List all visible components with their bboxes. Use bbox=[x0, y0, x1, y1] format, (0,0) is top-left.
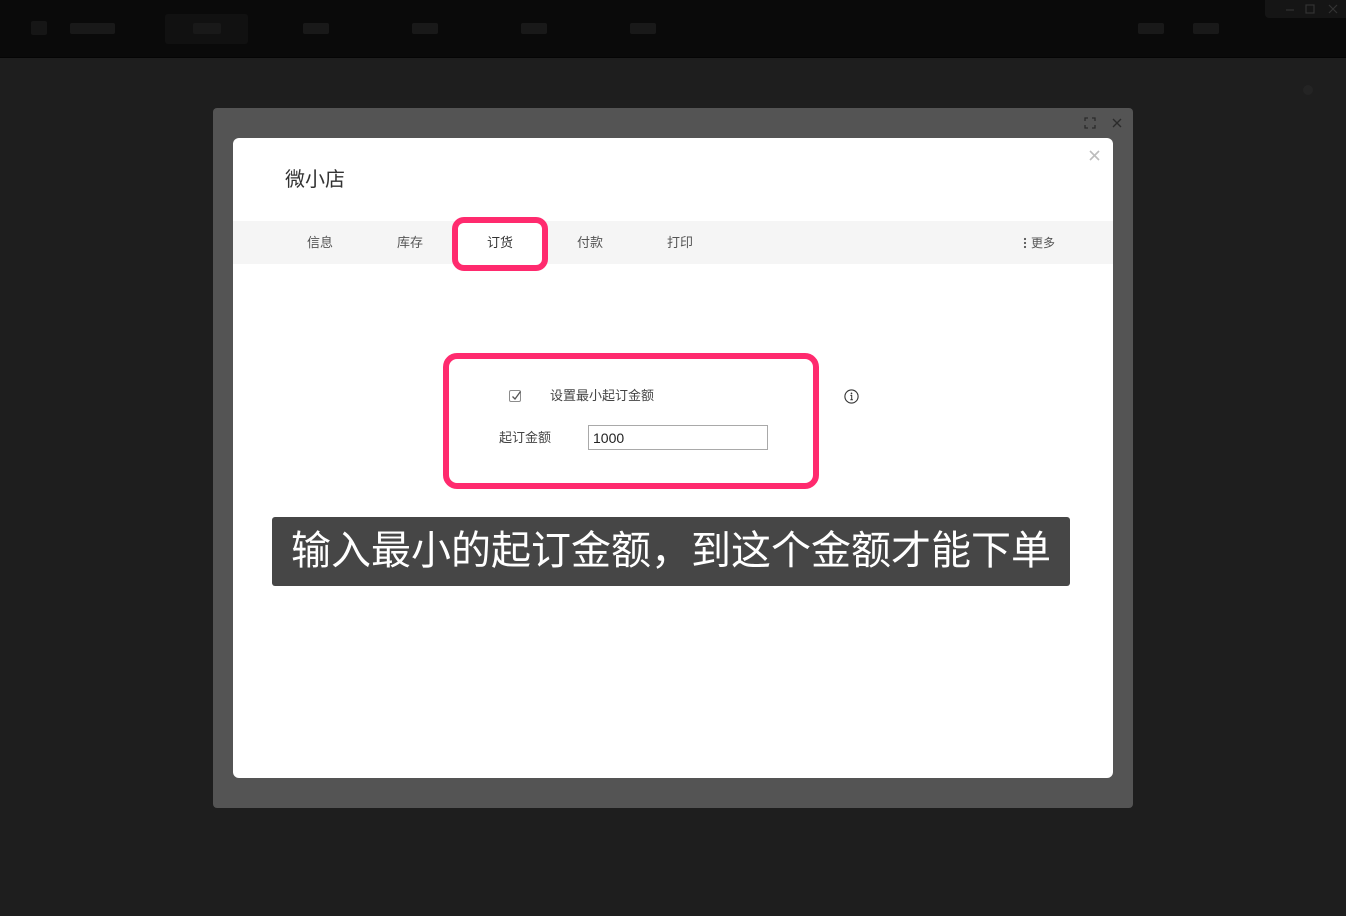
more-menu-button[interactable]: 更多 bbox=[1023, 221, 1055, 264]
tab-print[interactable]: 打印 bbox=[635, 221, 725, 264]
window-controls bbox=[1265, 0, 1346, 18]
status-dot-icon bbox=[1303, 85, 1313, 95]
highlight-min-order-form bbox=[443, 353, 819, 489]
nav-item[interactable] bbox=[193, 23, 221, 34]
more-label: 更多 bbox=[1031, 236, 1056, 250]
vertical-dots-icon bbox=[1023, 237, 1027, 248]
top-nav-bar bbox=[0, 0, 1346, 58]
close-icon[interactable] bbox=[1328, 4, 1338, 14]
nav-item[interactable] bbox=[1193, 23, 1219, 34]
info-icon[interactable] bbox=[844, 389, 859, 404]
tab-bar: 信息 库存 订货 付款 打印 更多 bbox=[233, 221, 1113, 264]
tutorial-caption: 输入最小的起订金额，到这个金额才能下单 bbox=[272, 517, 1070, 586]
nav-item[interactable] bbox=[303, 23, 329, 34]
nav-item[interactable] bbox=[1138, 23, 1164, 34]
tab-payment[interactable]: 付款 bbox=[545, 221, 635, 264]
nav-item[interactable] bbox=[521, 23, 547, 34]
highlight-ordering-tab bbox=[452, 217, 548, 271]
maximize-icon[interactable] bbox=[1305, 4, 1315, 14]
nav-item[interactable] bbox=[70, 23, 115, 34]
nav-item[interactable] bbox=[630, 23, 656, 34]
close-icon[interactable] bbox=[1089, 150, 1100, 161]
expand-icon[interactable] bbox=[1084, 117, 1096, 129]
app-logo-icon bbox=[31, 21, 47, 35]
dialog-title: 微小店 bbox=[285, 169, 345, 191]
close-icon[interactable] bbox=[1112, 118, 1122, 128]
nav-item[interactable] bbox=[412, 23, 438, 34]
tab-inventory[interactable]: 库存 bbox=[365, 221, 455, 264]
minimize-icon[interactable] bbox=[1285, 4, 1295, 14]
tab-info[interactable]: 信息 bbox=[275, 221, 365, 264]
